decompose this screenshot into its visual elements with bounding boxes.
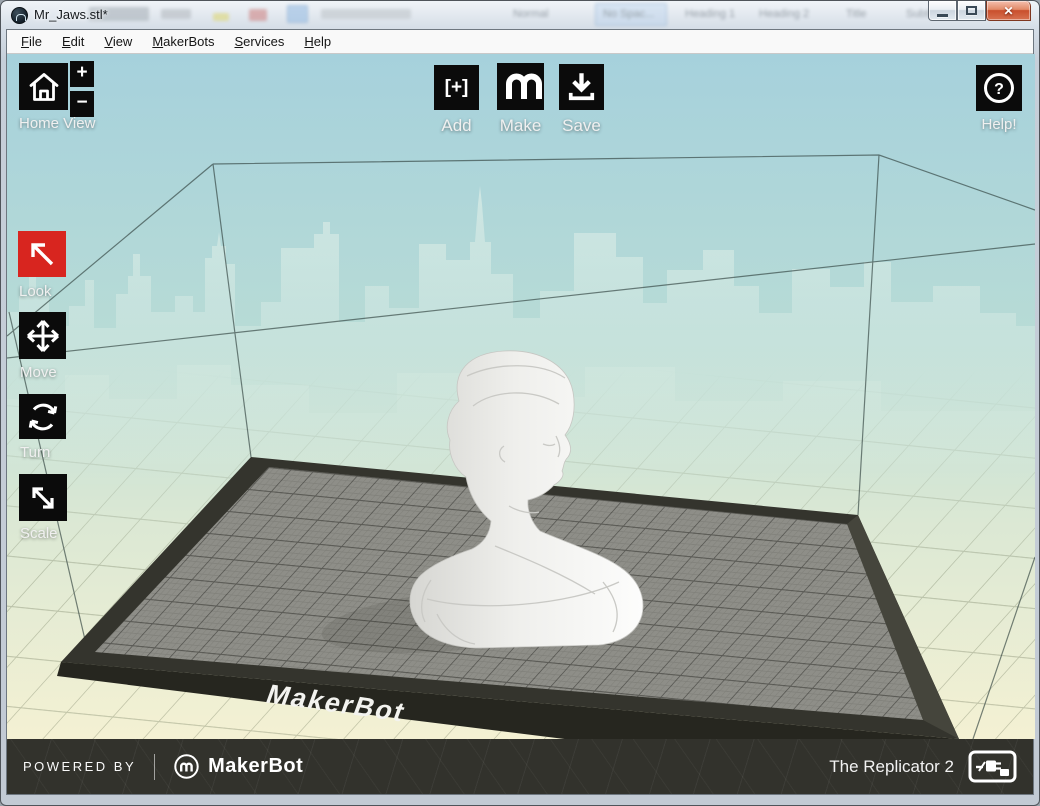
scene-3d[interactable]: MakerBot bbox=[7, 54, 1035, 739]
titlebar[interactable]: Normal No Spac... Heading 1 Heading 2 Ti… bbox=[1, 1, 1039, 29]
svg-text:?: ? bbox=[994, 81, 1004, 98]
makerware-window: Normal No Spac... Heading 1 Heading 2 Ti… bbox=[0, 0, 1040, 806]
powered-by-label: POWERED BY bbox=[23, 759, 136, 774]
maximize-icon bbox=[966, 6, 977, 15]
viewport-3d[interactable]: MakerBot bbox=[7, 54, 1035, 739]
background-window-ribbon: Normal No Spac... Heading 1 Heading 2 Ti… bbox=[1, 1, 1039, 29]
menu-item-services[interactable]: Services bbox=[224, 31, 294, 52]
scale-tool-label: Scale bbox=[20, 525, 58, 542]
save-download-icon bbox=[559, 64, 604, 110]
minimize-button[interactable] bbox=[928, 1, 957, 21]
look-tool-label: Look bbox=[19, 283, 52, 300]
background-ribbon-style: No Spac... bbox=[603, 8, 654, 20]
add-button[interactable]: [+] bbox=[434, 65, 479, 110]
home-view-button[interactable] bbox=[19, 63, 68, 110]
menu-item-edit[interactable]: Edit bbox=[52, 31, 94, 52]
help-label: Help! bbox=[976, 116, 1022, 133]
add-label: Add bbox=[434, 116, 479, 136]
help-button[interactable]: ? bbox=[976, 65, 1022, 111]
menu-item-help[interactable]: Help bbox=[294, 31, 341, 52]
menubar: File Edit View MakerBots Services Help bbox=[7, 30, 1033, 54]
make-button[interactable] bbox=[497, 63, 544, 110]
background-ribbon-style: Heading 1 bbox=[685, 8, 735, 20]
move-arrows-icon bbox=[20, 313, 66, 359]
scale-tool-button[interactable] bbox=[19, 474, 67, 521]
rotate-icon bbox=[20, 394, 66, 440]
connection-status-icon bbox=[968, 750, 1017, 783]
makerbot-m-icon bbox=[498, 64, 544, 110]
add-icon: [+] bbox=[445, 77, 469, 99]
menu-item-file[interactable]: File bbox=[11, 31, 52, 52]
look-tool-button[interactable] bbox=[18, 231, 66, 277]
close-icon: ✕ bbox=[1003, 4, 1013, 18]
background-ribbon-style: Title bbox=[846, 8, 866, 20]
close-button[interactable]: ✕ bbox=[986, 1, 1031, 21]
scale-diagonal-arrow-icon bbox=[20, 475, 66, 521]
move-tool-button[interactable] bbox=[19, 312, 66, 359]
divider bbox=[154, 754, 155, 780]
zoom-out-button[interactable]: − bbox=[70, 91, 94, 117]
menu-item-view[interactable]: View bbox=[94, 31, 142, 52]
move-tool-label: Move bbox=[20, 364, 57, 381]
background-ribbon-style: Normal bbox=[513, 8, 548, 20]
menu-item-makerbots[interactable]: MakerBots bbox=[142, 31, 224, 52]
printer-name: The Replicator 2 bbox=[829, 757, 954, 777]
save-button[interactable] bbox=[559, 64, 604, 110]
zoom-in-button[interactable]: + bbox=[70, 61, 94, 87]
window-title: Mr_Jaws.stl* bbox=[34, 7, 108, 22]
save-label: Save bbox=[559, 116, 604, 136]
background-ribbon-style: Heading 2 bbox=[759, 8, 809, 20]
maximize-button[interactable] bbox=[957, 1, 986, 21]
home-view-label: Home View bbox=[19, 115, 95, 132]
makerbot-logo-icon bbox=[173, 753, 200, 780]
turn-tool-button[interactable] bbox=[19, 394, 66, 439]
make-label: Make bbox=[497, 116, 544, 136]
status-bar: POWERED BY MakerBot The Replicator 2 bbox=[7, 739, 1033, 794]
arrow-northwest-icon bbox=[19, 231, 65, 277]
turn-tool-label: Turn bbox=[20, 444, 50, 461]
help-icon: ? bbox=[976, 65, 1022, 111]
house-icon bbox=[21, 64, 67, 110]
app-icon[interactable] bbox=[11, 7, 28, 24]
minimize-icon bbox=[937, 14, 948, 17]
makerbot-wordmark: MakerBot bbox=[208, 755, 303, 778]
